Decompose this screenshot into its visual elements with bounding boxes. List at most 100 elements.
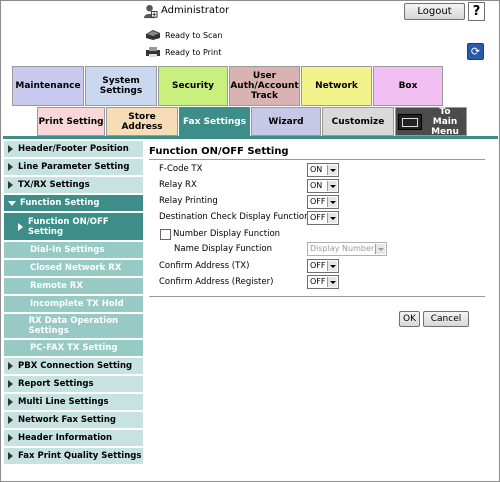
relay-printing-value: OFF <box>310 197 326 206</box>
sidebar-item-pc-fax-tx-setting[interactable]: PC-FAX TX Setting <box>4 340 143 358</box>
relay-rx-select[interactable]: ON <box>307 179 339 193</box>
sidebar-item-pbx-connection-setting[interactable]: PBX Connection Setting <box>4 358 143 376</box>
sidebar-item-fax-print-quality-settings[interactable]: Fax Print Quality Settings <box>4 448 143 466</box>
tab-security[interactable]: Security <box>158 66 228 106</box>
subtab-store-address[interactable]: Store Address <box>106 107 178 136</box>
chevron-down-icon <box>327 213 337 223</box>
tab-maintenance-label: Maintenance <box>15 81 81 91</box>
destination-check-select[interactable]: OFF <box>307 211 339 225</box>
chevron-down-icon <box>8 200 16 206</box>
relay-printing-label: Relay Printing <box>159 196 218 206</box>
to-main-menu-label: To Main Menu <box>431 106 459 137</box>
refresh-button[interactable]: ⟳ <box>467 43 484 60</box>
tab-box-label: Box <box>398 81 418 91</box>
tab-system-settings[interactable]: System Settings <box>85 66 157 106</box>
f-code-tx-value: ON <box>310 165 323 174</box>
sidebar-item-label: Function ON/OFF Setting <box>28 216 109 237</box>
print-status: Ready to Print <box>145 46 221 58</box>
confirm-address-tx-select[interactable]: OFF <box>307 259 339 273</box>
sidebar-item-function-on-off-setting[interactable]: Function ON/OFF Setting <box>4 213 143 242</box>
sidebar-item-label: Line Parameter Setting <box>18 162 130 172</box>
tab-box[interactable]: Box <box>373 66 443 106</box>
subtab-fax-settings[interactable]: Fax Settings <box>179 107 250 136</box>
tab-user-auth-label: User Auth/Account Track <box>230 71 299 101</box>
sidebar-item-label: TX/RX Settings <box>18 180 90 190</box>
sidebar-item-label: PBX Connection Setting <box>18 361 133 371</box>
tab-maintenance[interactable]: Maintenance <box>12 66 84 106</box>
chevron-right-icon <box>8 398 13 406</box>
tab-network[interactable]: Network <box>301 66 372 106</box>
chevron-right-icon <box>8 452 13 460</box>
sidebar-item-label: Dial-In Settings <box>30 245 105 255</box>
sidebar-item-network-fax-setting[interactable]: Network Fax Setting <box>4 412 143 430</box>
sidebar: Header/Footer Position Line Parameter Se… <box>4 141 143 466</box>
subtab-customize[interactable]: Customize <box>322 107 394 136</box>
chevron-right-icon <box>8 380 13 388</box>
f-code-tx-select[interactable]: ON <box>307 163 339 177</box>
subtab-wizard-label: Wizard <box>268 116 304 127</box>
sidebar-item-label: Report Settings <box>18 379 94 389</box>
sidebar-item-label: Multi Line Settings <box>18 397 109 407</box>
chevron-right-icon <box>8 434 13 442</box>
scan-status-label: Ready to Scan <box>165 30 223 40</box>
sidebar-item-label: Function Setting <box>20 198 100 208</box>
relay-rx-label: Relay RX <box>159 180 197 190</box>
refresh-icon: ⟳ <box>470 45 481 58</box>
chevron-down-icon <box>327 165 337 175</box>
tab-underline <box>3 136 498 139</box>
sidebar-item-rx-data-operation-settings[interactable]: RX Data Operation Settings <box>4 314 143 340</box>
to-main-menu-button[interactable]: To Main Menu <box>395 106 467 137</box>
chevron-down-icon <box>327 181 337 191</box>
administrator-icon <box>143 4 158 19</box>
subtab-customize-label: Customize <box>331 116 385 127</box>
subtab-store-address-label: Store Address <box>121 111 163 132</box>
subtab-fax-settings-label: Fax Settings <box>182 116 247 127</box>
relay-printing-select[interactable]: OFF <box>307 195 339 209</box>
cancel-button[interactable]: Cancel <box>423 311 469 327</box>
name-display-value: Display Number <box>310 244 375 253</box>
number-display-checkbox[interactable] <box>160 229 171 240</box>
confirm-address-register-select[interactable]: OFF <box>307 275 339 289</box>
sidebar-item-report-settings[interactable]: Report Settings <box>4 376 143 394</box>
page-title: Function ON/OFF Setting <box>149 146 289 157</box>
subtab-print-setting[interactable]: Print Setting <box>37 107 105 136</box>
chevron-right-icon <box>8 362 13 370</box>
name-display-label: Name Display Function <box>174 244 272 254</box>
chevron-right-icon <box>8 163 13 171</box>
tab-user-auth[interactable]: User Auth/Account Track <box>229 66 300 106</box>
subtab-print-setting-label: Print Setting <box>38 116 104 127</box>
confirm-address-register-value: OFF <box>310 277 326 286</box>
sidebar-item-dial-in-settings[interactable]: Dial-In Settings <box>4 242 143 260</box>
sidebar-item-incomplete-tx-hold[interactable]: Incomplete TX Hold <box>4 296 143 314</box>
sidebar-item-header-footer-position[interactable]: Header/Footer Position <box>4 141 143 159</box>
name-display-select: Display Number <box>307 242 387 256</box>
chevron-down-icon <box>375 244 385 254</box>
destination-check-label: Destination Check Display Function <box>159 212 310 222</box>
sidebar-item-multi-line-settings[interactable]: Multi Line Settings <box>4 394 143 412</box>
sidebar-item-closed-network-rx[interactable]: Closed Network RX <box>4 260 143 278</box>
sidebar-item-function-setting[interactable]: Function Setting <box>4 195 143 213</box>
confirm-address-tx-value: OFF <box>310 261 326 270</box>
sidebar-item-label: Incomplete TX Hold <box>30 299 124 309</box>
sidebar-item-line-parameter-setting[interactable]: Line Parameter Setting <box>4 159 143 177</box>
help-button[interactable]: ? <box>468 2 485 21</box>
chevron-down-icon <box>327 197 337 207</box>
relay-rx-value: ON <box>310 181 323 190</box>
sidebar-item-label: PC-FAX TX Setting <box>30 343 118 353</box>
sidebar-item-tx-rx-settings[interactable]: TX/RX Settings <box>4 177 143 195</box>
chevron-right-icon <box>8 416 13 424</box>
logout-button[interactable]: Logout <box>404 3 465 20</box>
tab-network-label: Network <box>315 81 358 91</box>
f-code-tx-label: F-Code TX <box>159 164 203 174</box>
chevron-right-icon <box>8 181 13 189</box>
tab-security-label: Security <box>171 81 215 91</box>
sidebar-item-header-information[interactable]: Header Information <box>4 430 143 448</box>
chevron-down-icon <box>327 261 337 271</box>
sidebar-item-remote-rx[interactable]: Remote RX <box>4 278 143 296</box>
print-status-label: Ready to Print <box>165 47 222 57</box>
sidebar-item-label: RX Data Operation Settings <box>28 316 119 336</box>
sidebar-item-label: Remote RX <box>30 281 83 291</box>
ok-button[interactable]: OK <box>399 311 420 327</box>
sidebar-item-label: Header Information <box>18 433 113 443</box>
subtab-wizard[interactable]: Wizard <box>251 107 321 136</box>
